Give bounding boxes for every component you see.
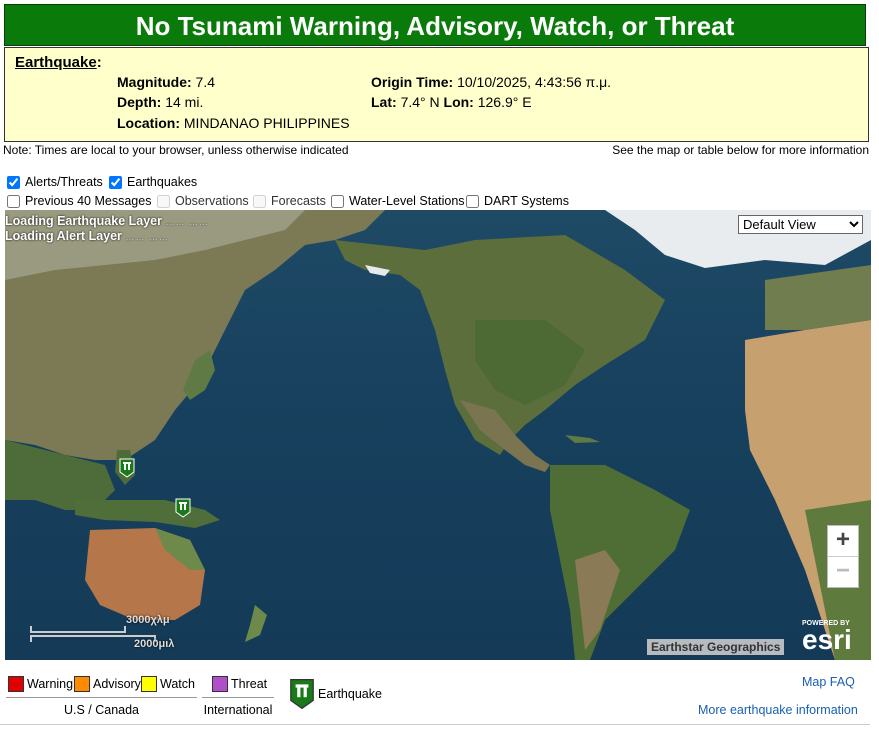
earthquake-heading: Earthquake: bbox=[15, 54, 102, 71]
forecasts-label: Forecasts bbox=[271, 194, 326, 208]
earthquake-marker-icon[interactable] bbox=[175, 498, 191, 518]
more-earthquake-info-link[interactable]: More earthquake information bbox=[698, 703, 858, 717]
previous-messages-label: Previous 40 Messages bbox=[25, 194, 152, 208]
lat-value: 7.4° N bbox=[400, 94, 440, 110]
scale-mi-label: 2000μιλ bbox=[134, 638, 175, 650]
zoom-in-button[interactable]: + bbox=[828, 526, 858, 556]
loading-earthquake-layer: Loading Earthquake Layer …… …… bbox=[5, 214, 209, 228]
earthquakes-label: Earthquakes bbox=[127, 175, 198, 189]
origin-time-row: Origin Time: 10/10/2025, 4:43:56 π.μ. bbox=[371, 74, 611, 90]
water-level-input[interactable] bbox=[331, 194, 344, 208]
advisory-swatch bbox=[74, 676, 90, 692]
earthquake-marker-icon[interactable] bbox=[119, 458, 135, 478]
magnitude-value: 7.4 bbox=[195, 74, 216, 90]
loading-alert-layer: Loading Alert Layer …… …… bbox=[5, 229, 169, 243]
dart-systems-input[interactable] bbox=[466, 194, 479, 208]
forecasts-checkbox[interactable]: Forecasts bbox=[253, 194, 326, 208]
lat-lon-row: Lat: 7.4° N Lon: 126.9° E bbox=[371, 94, 532, 110]
scale-km-label: 3000χλμ bbox=[126, 614, 170, 626]
international-divider bbox=[202, 697, 274, 698]
depth-label: Depth: bbox=[117, 94, 162, 110]
location-row: Location: MINDANAO PHILIPPINES bbox=[117, 115, 350, 131]
us-canada-label: U.S / Canada bbox=[63, 703, 140, 717]
esri-logo-text: esri bbox=[802, 624, 852, 655]
depth-row: Depth: 14 mi. bbox=[117, 94, 203, 110]
depth-value: 14 mi. bbox=[165, 94, 204, 110]
dart-systems-label: DART Systems bbox=[484, 194, 569, 208]
observations-label: Observations bbox=[175, 194, 249, 208]
water-level-checkbox[interactable]: Water-Level Stations bbox=[331, 194, 465, 208]
origin-time-label: Origin Time: bbox=[371, 74, 454, 90]
lon-label: Lon: bbox=[443, 94, 474, 110]
magnitude-label: Magnitude: bbox=[117, 74, 192, 90]
alerts-threats-checkbox[interactable]: Alerts/Threats bbox=[7, 175, 103, 189]
map-attribution[interactable]: Earthstar Geographics bbox=[647, 639, 785, 655]
scale-bar: 3000χλμ 2000μιλ bbox=[30, 614, 190, 654]
observations-checkbox[interactable]: Observations bbox=[157, 194, 249, 208]
time-note: Note: Times are local to your browser, u… bbox=[3, 143, 349, 157]
legend-warning: Warning bbox=[8, 676, 73, 692]
earthquake-info-panel: Earthquake: Magnitude: 7.4 Depth: 14 mi.… bbox=[4, 47, 869, 142]
bottom-divider bbox=[0, 724, 870, 725]
previous-messages-checkbox[interactable]: Previous 40 Messages bbox=[7, 194, 151, 208]
us-canada-divider bbox=[6, 697, 197, 698]
watch-swatch bbox=[141, 676, 157, 692]
legend-threat: Threat bbox=[212, 676, 267, 692]
legend-watch: Watch bbox=[141, 676, 195, 692]
forecasts-input[interactable] bbox=[253, 194, 266, 208]
lon-value: 126.9° E bbox=[477, 94, 532, 110]
international-label: International bbox=[203, 703, 273, 717]
dart-systems-checkbox[interactable]: DART Systems bbox=[466, 194, 569, 208]
zoom-control: + − bbox=[827, 525, 859, 588]
warning-swatch bbox=[8, 676, 24, 692]
map-view-select[interactable]: Default View bbox=[738, 215, 863, 234]
legend-advisory: Advisory bbox=[74, 676, 141, 692]
location-value: MINDANAO PHILIPPINES bbox=[183, 115, 350, 131]
alerts-threats-label: Alerts/Threats bbox=[25, 175, 103, 189]
origin-time-value: 10/10/2025, 4:43:56 π.μ. bbox=[457, 74, 612, 90]
location-label: Location: bbox=[117, 115, 180, 131]
lat-label: Lat: bbox=[371, 94, 397, 110]
map-table-note: See the map or table below for more info… bbox=[612, 143, 869, 157]
earthquakes-input[interactable] bbox=[109, 175, 122, 189]
status-banner: No Tsunami Warning, Advisory, Watch, or … bbox=[4, 4, 866, 46]
tsunami-map[interactable]: Loading Earthquake Layer …… …… Loading A… bbox=[5, 210, 871, 660]
legend-earthquake: Earthquake bbox=[289, 678, 382, 710]
previous-messages-input[interactable] bbox=[7, 194, 20, 208]
magnitude-row: Magnitude: 7.4 bbox=[117, 74, 215, 90]
earthquake-heading-link[interactable]: Earthquake bbox=[15, 54, 97, 71]
water-level-label: Water-Level Stations bbox=[349, 194, 465, 208]
map-basemap bbox=[5, 210, 871, 660]
zoom-out-button[interactable]: − bbox=[828, 556, 858, 587]
alerts-threats-input[interactable] bbox=[7, 175, 20, 189]
map-faq-link[interactable]: Map FAQ bbox=[802, 675, 855, 689]
earthquakes-checkbox[interactable]: Earthquakes bbox=[109, 175, 197, 189]
observations-input[interactable] bbox=[157, 194, 170, 208]
esri-logo[interactable]: POWERED BY esri bbox=[802, 620, 852, 655]
earthquake-legend-icon bbox=[290, 678, 314, 710]
threat-swatch bbox=[212, 676, 228, 692]
